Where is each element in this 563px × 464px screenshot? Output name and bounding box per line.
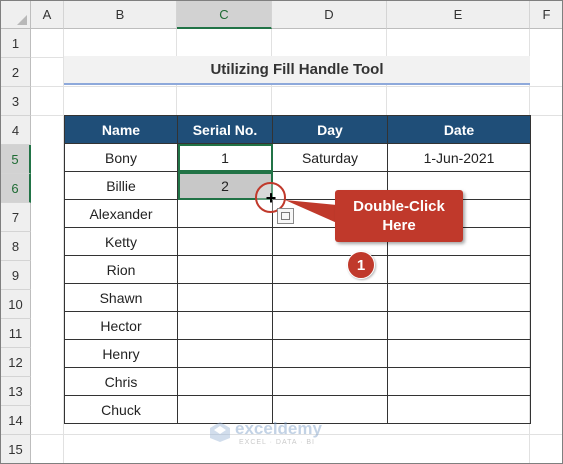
table-row: Chris [64,367,531,396]
header-day[interactable]: Day [272,115,388,144]
table-row: Henry [64,339,531,368]
row-header-15[interactable]: 15 [1,435,31,463]
header-date[interactable]: Date [387,115,531,144]
exceldemy-logo-icon [210,422,230,442]
select-all-corner[interactable] [1,1,31,29]
row-header-12[interactable]: 12 [1,348,31,377]
cell-name[interactable]: Ketty [64,227,178,256]
cell-day[interactable] [272,311,388,340]
cell-serial[interactable] [177,283,273,312]
fill-handle-cursor-icon[interactable]: + [263,189,279,207]
table-row: Bony 1 Saturday 1-Jun-2021 [64,143,531,172]
row-header-8[interactable]: 8 [1,232,31,261]
header-name[interactable]: Name [64,115,178,144]
cell-name[interactable]: Hector [64,311,178,340]
col-header-a[interactable]: A [31,1,64,29]
table-row: Rion [64,255,531,284]
table-row: Shawn [64,283,531,312]
instruction-callout: Double-Click Here [335,190,463,242]
row-header-13[interactable]: 13 [1,377,31,406]
cell-day[interactable] [272,339,388,368]
table-header-row: Name Serial No. Day Date [64,115,531,144]
spreadsheet-window: A B C D E F 1 2 3 4 5 6 7 8 9 10 11 12 1… [0,0,563,464]
cell-day[interactable] [272,283,388,312]
row-header-5[interactable]: 5 [1,145,31,174]
cell-date[interactable] [387,395,531,424]
cell-serial-selected[interactable]: 1 [177,143,273,172]
cell-name[interactable]: Chuck [64,395,178,424]
row-header-3[interactable]: 3 [1,87,31,116]
gridline [31,86,562,87]
col-header-f[interactable]: F [530,1,562,29]
callout-line-2: Here [382,217,416,234]
cell-name[interactable]: Shawn [64,283,178,312]
cell-serial[interactable] [177,227,273,256]
row-header-6[interactable]: 6 [1,174,31,203]
cell-serial[interactable] [177,255,273,284]
cell-name[interactable]: Billie [64,171,178,200]
row-header-10[interactable]: 10 [1,290,31,319]
cell-name[interactable]: Henry [64,339,178,368]
cell-day[interactable]: Saturday [272,143,388,172]
col-header-b[interactable]: B [64,1,177,29]
row-header-11[interactable]: 11 [1,319,31,348]
row-header-2[interactable]: 2 [1,58,31,87]
cell-date[interactable] [387,255,531,284]
watermark-tagline: EXCEL · DATA · BI [239,439,315,446]
data-table: Name Serial No. Day Date Bony 1 Saturday… [64,115,531,424]
cell-date[interactable] [387,311,531,340]
row-header-14[interactable]: 14 [1,406,31,435]
table-row: Hector [64,311,531,340]
cell-name[interactable]: Alexander [64,199,178,228]
cell-serial[interactable] [177,339,273,368]
cell-name[interactable]: Bony [64,143,178,172]
header-serial-no[interactable]: Serial No. [177,115,273,144]
sheet-title: Utilizing Fill Handle Tool [64,56,530,85]
cell-date[interactable] [387,283,531,312]
col-header-c[interactable]: C [177,1,272,29]
step-number-badge: 1 [347,251,375,279]
cell-date[interactable] [387,339,531,368]
watermark: exceldemy EXCEL · DATA · BI [209,419,359,447]
cell-day[interactable] [272,367,388,396]
col-header-d[interactable]: D [272,1,387,29]
row-header-4[interactable]: 4 [1,116,31,145]
callout-line-1: Double-Click [353,198,445,215]
gridline [31,57,64,58]
cell-date[interactable] [387,367,531,396]
row-header-1[interactable]: 1 [1,29,31,58]
row-header-9[interactable]: 9 [1,261,31,290]
cell-date[interactable]: 1-Jun-2021 [387,143,531,172]
cell-name[interactable]: Rion [64,255,178,284]
cell-name[interactable]: Chris [64,367,178,396]
watermark-name: exceldemy [235,419,322,438]
cell-serial[interactable] [177,367,273,396]
col-header-e[interactable]: E [387,1,530,29]
row-header-7[interactable]: 7 [1,203,31,232]
auto-fill-options-icon[interactable] [277,208,294,224]
cell-serial[interactable] [177,311,273,340]
